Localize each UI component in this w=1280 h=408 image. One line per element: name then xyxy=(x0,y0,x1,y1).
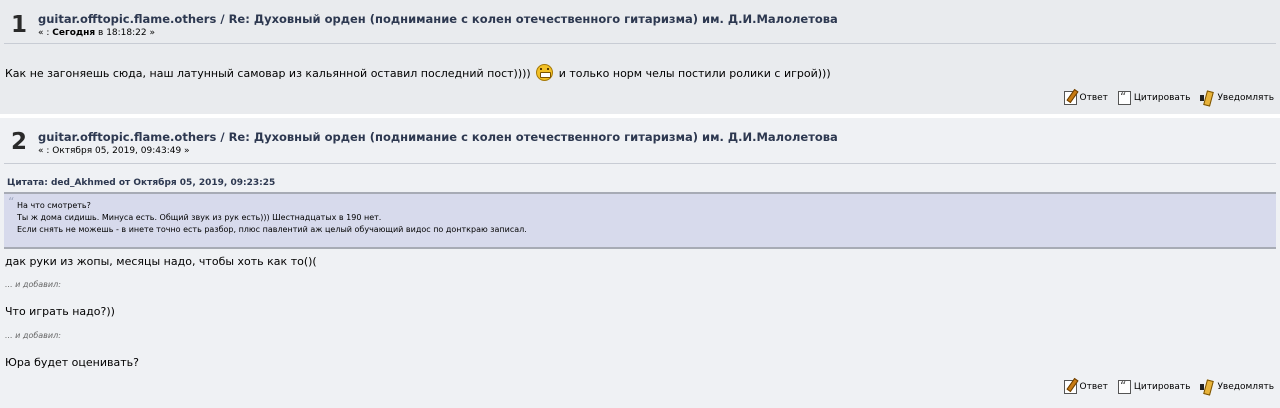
reply-button[interactable]: Ответ xyxy=(1063,91,1108,105)
header-divider xyxy=(4,43,1276,44)
quote-icon xyxy=(1117,379,1131,394)
added-label: ... и добавил: xyxy=(5,331,61,340)
post-number: 2 xyxy=(11,129,28,155)
post-title: guitar.offtopic.flame.others / Re: Духов… xyxy=(38,130,838,144)
reply-button[interactable]: Ответ xyxy=(1063,380,1108,394)
post-actions: Ответ Цитировать Уведомлять xyxy=(1063,90,1274,105)
quote-block: “ На что смотреть? Ты ж дома сидишь. Мин… xyxy=(4,194,1276,249)
subject-link[interactable]: Re: Духовный орден (поднимание с колен о… xyxy=(229,12,838,26)
title-separator: / xyxy=(220,12,225,26)
quote-button[interactable]: Цитировать xyxy=(1117,90,1190,105)
quote-line: Ты ж дома сидишь. Минуса есть. Общий зву… xyxy=(17,213,382,222)
header-divider xyxy=(4,163,1276,164)
quote-line: На что смотреть? xyxy=(17,201,91,210)
reply-icon xyxy=(1063,91,1077,105)
post-body: дак руки из жопы, месяцы надо, чтобы хот… xyxy=(5,255,317,268)
grin-smiley-icon xyxy=(536,64,554,81)
post-number: 1 xyxy=(11,12,28,38)
board-link[interactable]: guitar.offtopic.flame.others xyxy=(38,12,216,26)
post-actions: Ответ Цитировать Уведомлять xyxy=(1063,379,1274,394)
post-date: « : Сегодня в 18:18:22 » xyxy=(38,28,155,38)
notify-button[interactable]: Уведомлять xyxy=(1200,380,1274,394)
post-addition: Что играть надо?)) xyxy=(5,305,115,318)
board-link[interactable]: guitar.offtopic.flame.others xyxy=(38,130,216,144)
added-label: ... и добавил: xyxy=(5,280,61,289)
title-separator: / xyxy=(220,130,225,144)
post-body: Как не загоняешь сюда, наш латунный само… xyxy=(5,64,831,81)
notify-icon xyxy=(1200,380,1214,394)
post-2: 2 guitar.offtopic.flame.others / Re: Дух… xyxy=(0,118,1280,404)
reply-icon xyxy=(1063,380,1077,394)
post-1: 1 guitar.offtopic.flame.others / Re: Дух… xyxy=(0,0,1280,118)
quote-mark-icon: “ xyxy=(8,195,15,209)
quote-button[interactable]: Цитировать xyxy=(1117,379,1190,394)
notify-icon xyxy=(1200,91,1214,105)
subject-link[interactable]: Re: Духовный орден (поднимание с колен о… xyxy=(229,130,838,144)
post-addition: Юра будет оценивать? xyxy=(5,356,139,369)
post-date: « : Октября 05, 2019, 09:43:49 » xyxy=(38,146,190,156)
post-title: guitar.offtopic.flame.others / Re: Духов… xyxy=(38,12,838,26)
quote-line: Если снять не можешь - в инете точно ест… xyxy=(17,225,527,234)
notify-button[interactable]: Уведомлять xyxy=(1200,91,1274,105)
quote-header: Цитата: ded_Akhmed от Октября 05, 2019, … xyxy=(4,174,1276,194)
quote-icon xyxy=(1117,90,1131,105)
